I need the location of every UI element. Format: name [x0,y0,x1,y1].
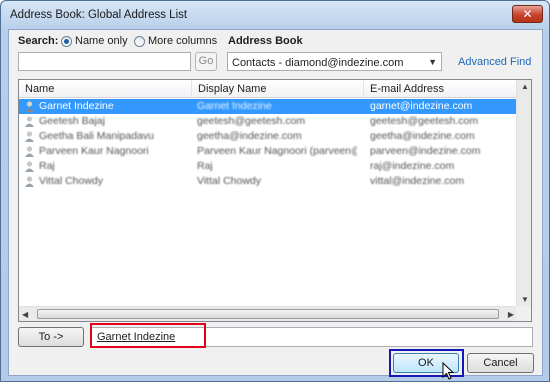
cancel-button[interactable]: Cancel [467,353,534,373]
to-button[interactable]: To -> [18,327,84,347]
go-button[interactable]: Go [195,52,217,71]
close-button[interactable]: ✕ [512,5,543,23]
row-name: Vittal Chowdy [39,175,104,187]
horizontal-scroll-thumb[interactable] [37,309,499,319]
row-name: Geetesh Bajaj [39,115,105,127]
row-email: vittal@indezine.com [370,175,465,187]
column-header-display-name[interactable]: Display Name [192,80,364,98]
scroll-up-icon[interactable]: ▲ [521,82,529,91]
recipient-highlight [90,323,206,348]
horizontal-scrollbar[interactable]: ◀ ▶ [19,306,517,321]
search-input[interactable] [18,52,191,71]
address-book-select[interactable]: Contacts - diamond@indezine.com ▼ [227,52,442,71]
row-display-name: Parveen Kaur Nagnoori (parveen@... [197,145,357,157]
address-book-window: Address Book: Global Address List ✕ Sear… [0,0,550,382]
row-display-name: geetesh@geetesh.com [197,115,306,127]
row-email: geetha@indezine.com [370,130,475,142]
scroll-left-icon[interactable]: ◀ [22,310,28,319]
row-name: Raj [39,160,55,172]
table-row[interactable]: Raj Raj raj@indezine.com [19,159,517,174]
scroll-corner [516,306,531,321]
column-header-email[interactable]: E-mail Address [364,80,517,98]
table-row[interactable]: Parveen Kaur Nagnoori Parveen Kaur Nagno… [19,144,517,159]
address-book-label: Address Book [228,35,303,47]
more-columns-label[interactable]: More columns [148,35,217,47]
row-display-name: Vittal Chowdy [197,175,262,187]
mouse-pointer-icon [442,362,455,380]
close-icon: ✕ [522,7,533,21]
contact-icon [25,161,34,172]
row-email: garnet@indezine.com [370,100,473,112]
row-name: Geetha Bali Manipadavu [39,130,154,142]
row-display-name: Raj [197,160,213,172]
row-display-name: geetha@indezine.com [197,130,302,142]
dialog-body: Search: Name only More columns Address B… [8,29,543,380]
row-email: geetesh@geetesh.com [370,115,479,127]
list-header: Name Display Name E-mail Address [19,80,517,98]
row-name: Parveen Kaur Nagnoori [39,145,149,157]
contact-icon [25,131,34,142]
contact-icon [25,101,34,112]
name-only-label[interactable]: Name only [75,35,128,47]
row-email: parveen@indezine.com [370,145,481,157]
address-list[interactable]: Name Display Name E-mail Address Garnet … [18,79,532,322]
vertical-scrollbar[interactable]: ▲ ▼ [516,80,531,306]
title-bar[interactable]: Address Book: Global Address List ✕ [1,1,549,29]
name-only-radio[interactable] [61,36,72,47]
address-book-value: Contacts - diamond@indezine.com [232,57,404,69]
search-label: Search: [18,35,59,47]
table-row[interactable]: Vittal Chowdy Vittal Chowdy vittal@indez… [19,174,517,189]
window-title: Address Book: Global Address List [10,9,188,21]
more-columns-radio[interactable] [134,36,145,47]
row-email: raj@indezine.com [370,160,455,172]
contact-icon [25,116,34,127]
row-display-name: Garnet Indezine [197,100,272,112]
table-row[interactable]: Garnet Indezine Garnet Indezine garnet@i… [19,99,517,114]
dropdown-arrow-icon: ▼ [428,57,437,67]
contact-icon [25,146,34,157]
table-row[interactable]: Geetesh Bajaj geetesh@geetesh.com geetes… [19,114,517,129]
column-header-name[interactable]: Name [19,80,192,98]
scroll-down-icon[interactable]: ▼ [521,295,529,304]
table-row[interactable]: Geetha Bali Manipadavu geetha@indezine.c… [19,129,517,144]
contact-icon [25,176,34,187]
scroll-right-icon[interactable]: ▶ [508,310,514,319]
row-name: Garnet Indezine [39,100,114,112]
advanced-find-link[interactable]: Advanced Find [458,56,531,68]
